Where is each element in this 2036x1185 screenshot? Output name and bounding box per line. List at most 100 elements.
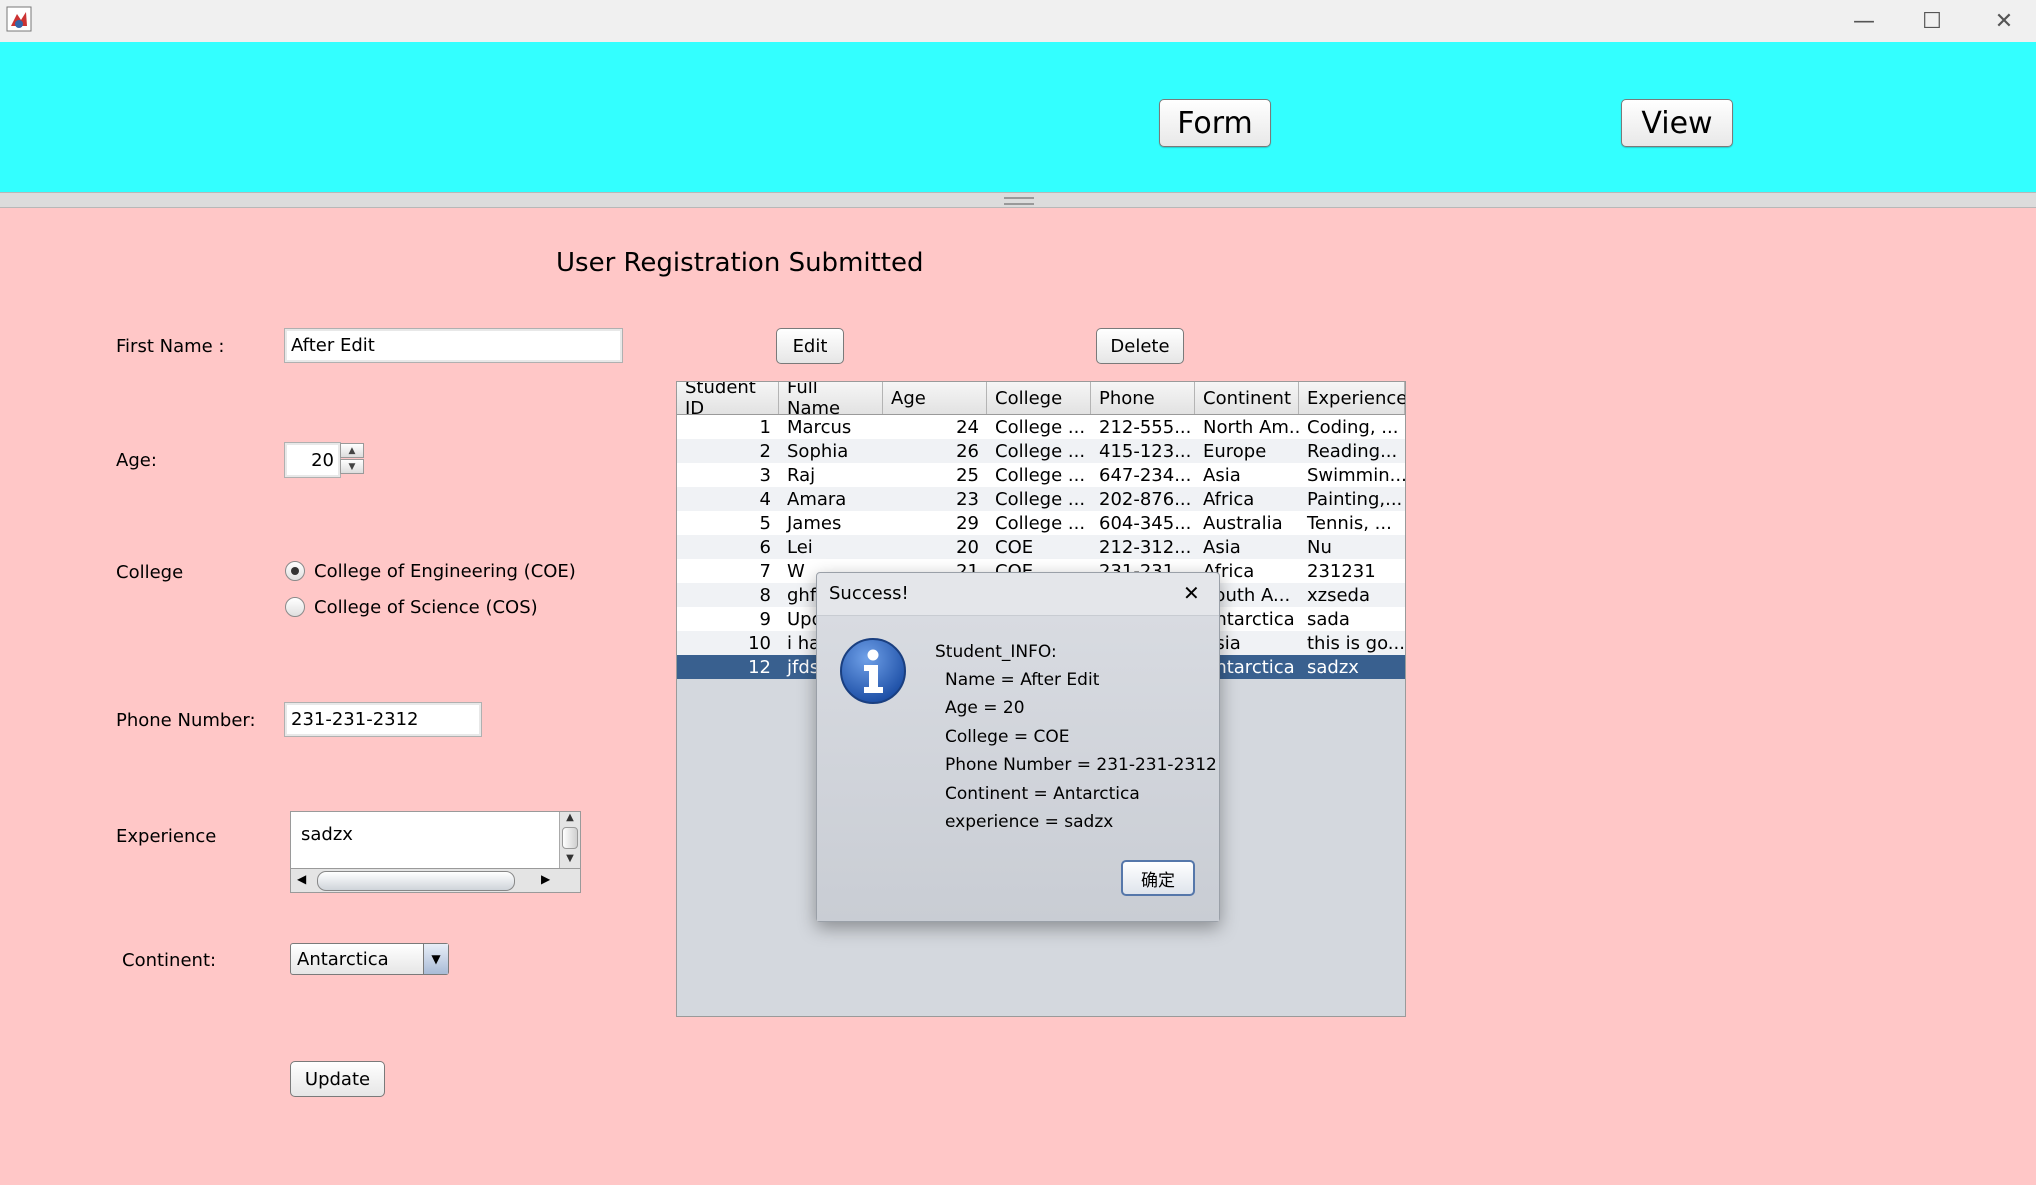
dialog-title: Success! [829,583,909,604]
experience-label: Experience [116,826,217,847]
first-name-input[interactable]: After Edit [284,328,623,363]
table-cell: Raj [787,464,816,486]
table-cell: Coding, ... [1307,416,1399,438]
table-cell: 4 [759,488,771,510]
dialog-info-college: College = COE [945,727,1070,747]
dialog-close-icon[interactable]: ✕ [1183,581,1200,605]
spinner-up-arrow-icon[interactable]: ▲ [340,443,364,458]
update-button[interactable]: Update [290,1061,385,1097]
table-cell: College ... [995,464,1086,486]
table-cell: sada [1307,608,1350,630]
radio-coe[interactable] [285,561,305,581]
table-cell: 1 [759,416,771,438]
radio-coe-label[interactable]: College of Engineering (COE) [314,561,576,582]
table-cell: Reading... [1307,440,1398,462]
table-row[interactable]: 5 James 29 College ... 604-345... Australia Te… [677,511,1405,535]
table-cell: College ... [995,416,1086,438]
vertical-scrollbar[interactable]: ▲ ▼ [559,812,580,868]
table-cell: 231231 [1307,560,1376,582]
table-cell: 647-234... [1099,464,1192,486]
java-app-icon [6,6,32,32]
column-header[interactable]: Experience [1299,382,1405,414]
view-button[interactable]: View [1621,99,1733,147]
scroll-down-arrow-icon[interactable]: ▼ [560,853,580,864]
table-cell: 604-345... [1099,512,1192,534]
scroll-up-arrow-icon[interactable]: ▲ [560,812,580,823]
window-title-bar: — ☐ ✕ [0,0,2036,42]
top-nav-panel: Form View [0,42,2036,192]
dropdown-arrow-icon[interactable]: ▼ [423,944,448,974]
column-header[interactable]: Age [883,382,987,414]
table-cell: 12 [748,656,771,678]
table-cell: Tennis, ... [1307,512,1392,534]
age-spinner-input[interactable]: 20 [284,442,341,478]
dialog-info-name: Name = After Edit [945,670,1100,690]
table-cell: 212-555... [1099,416,1192,438]
phone-label: Phone Number: [116,710,256,731]
table-cell: 29 [956,512,979,534]
table-cell: 202-876... [1099,488,1192,510]
page-title: User Registration Submitted [556,248,924,278]
table-cell: 415-123... [1099,440,1192,462]
table-cell: 25 [956,464,979,486]
column-header[interactable]: Continent [1195,382,1299,414]
table-cell: 5 [759,512,771,534]
table-cell: Europe [1203,440,1267,462]
dialog-info-experience: experience = sadzx [945,812,1114,832]
delete-button[interactable]: Delete [1096,328,1184,364]
table-cell: 9 [759,608,771,630]
vertical-scroll-thumb[interactable] [562,827,578,849]
table-cell: Sophia [787,440,849,462]
table-cell: James [787,512,842,534]
table-cell: this is go... [1307,632,1405,654]
column-header[interactable]: Full Name [779,382,883,419]
table-cell: 20 [956,536,979,558]
horizontal-scrollbar[interactable]: ◀ ▶ [290,868,581,893]
edit-button[interactable]: Edit [776,328,844,364]
table-cell: COE [995,536,1034,558]
column-header[interactable]: Student ID [677,382,779,419]
table-cell: Painting,... [1307,488,1403,510]
table-cell: Australia [1203,512,1283,534]
continent-dropdown[interactable]: Antarctica ▼ [290,943,449,975]
scroll-left-arrow-icon[interactable]: ◀ [297,872,306,886]
table-cell: 3 [759,464,771,486]
table-row[interactable]: 1 Marcus 24 College ... 212-555... North Am..… [677,415,1405,439]
dialog-ok-button[interactable]: 确定 [1121,860,1195,896]
dialog-info-continent: Continent = Antarctica [945,784,1140,804]
table-cell: Amara [787,488,847,510]
table-row[interactable]: 2 Sophia 26 College ... 415-123... Europe Read… [677,439,1405,463]
table-row[interactable]: 6 Lei 20 COE 212-312... Asia Nu [677,535,1405,559]
table-cell: 6 [759,536,771,558]
horizontal-scroll-thumb[interactable] [317,871,515,891]
table-row[interactable]: 3 Raj 25 College ... 647-234... Asia Swimmin..… [677,463,1405,487]
table-cell: Nu [1307,536,1332,558]
experience-text: sadzx [301,824,353,845]
radio-cos-label[interactable]: College of Science (COS) [314,597,538,618]
minimize-button[interactable]: — [1829,0,1899,42]
maximize-button[interactable]: ☐ [1897,0,1967,42]
column-header[interactable]: Phone [1091,382,1195,414]
first-name-label: First Name : [116,336,225,357]
close-window-button[interactable]: ✕ [1969,0,2036,42]
form-button[interactable]: Form [1159,99,1271,147]
dialog-info-age: Age = 20 [945,698,1025,718]
table-cell: College ... [995,440,1086,462]
spinner-down-arrow-icon[interactable]: ▼ [340,459,364,474]
table-cell: Marcus [787,416,852,438]
table-cell: 26 [956,440,979,462]
table-cell: 8 [759,584,771,606]
radio-cos[interactable] [285,597,305,617]
phone-input[interactable]: 231-231-2312 [284,702,482,737]
table-cell: College ... [995,512,1086,534]
age-label: Age: [116,450,157,471]
table-cell: North Am... [1203,416,1299,438]
table-row[interactable]: 4 Amara 23 College ... 202-876... Africa Paint… [677,487,1405,511]
table-cell: 23 [956,488,979,510]
table-header: Student ID Full Name Age College Phone Contin… [677,382,1405,419]
table-cell: Asia [1203,464,1241,486]
scroll-right-arrow-icon[interactable]: ▶ [541,872,550,886]
dialog-title-bar: Success! ✕ [817,573,1219,616]
column-header[interactable]: College [987,382,1091,414]
divider-grip[interactable] [1004,197,1034,205]
